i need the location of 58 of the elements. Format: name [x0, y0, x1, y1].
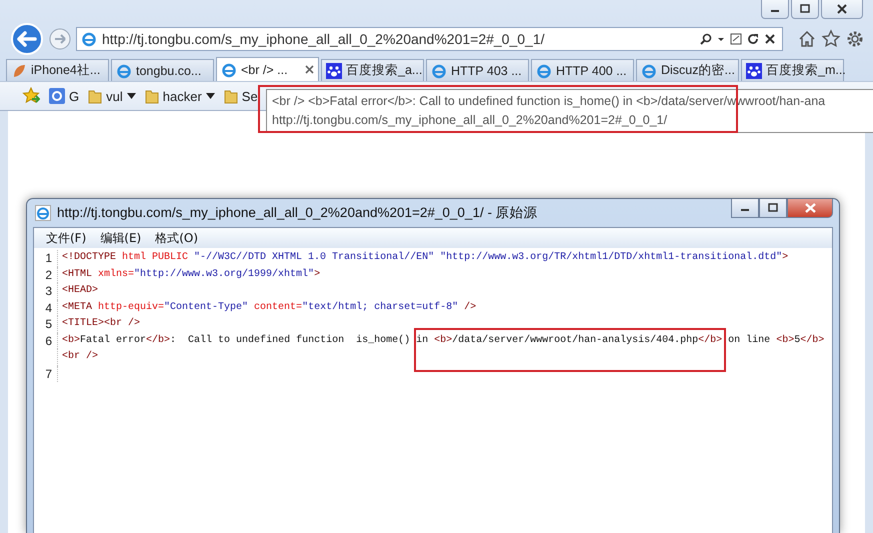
- paw-icon: [326, 62, 342, 78]
- close-icon: [837, 4, 847, 14]
- folder-icon: [88, 88, 102, 104]
- favorites-star-icon[interactable]: [22, 87, 40, 105]
- close-icon: [305, 65, 314, 74]
- refresh-icon[interactable]: [747, 33, 759, 45]
- window-title: http://tj.tongbu.com/s_my_iphone_all_all_0_2%20and%201=2#_0_0_1/ - 原始源: [57, 204, 539, 222]
- browser-tab[interactable]: 百度搜索_m...: [741, 59, 844, 81]
- minimize-button[interactable]: [731, 199, 759, 218]
- favorites-item[interactable]: G: [49, 88, 80, 104]
- maximize-button[interactable]: [791, 0, 819, 19]
- back-button[interactable]: [10, 22, 44, 56]
- folder-icon: [224, 88, 238, 104]
- menu-item[interactable]: 文件(F): [46, 230, 86, 246]
- close-icon: [804, 203, 816, 213]
- line-number: 1: [45, 251, 52, 265]
- tooltip-text: http://tj.tongbu.com/s_my_iphone_all_all_0_2%20and%201=2#_0_0_1/: [272, 112, 668, 129]
- stop-icon[interactable]: [764, 33, 776, 45]
- leaf-icon: [11, 62, 27, 78]
- code-line: <b>Fatal error</b>: Call to undefined function is_home() in <b>/data/server/wwwroot/han-analysis/404.php</b> on line <b>5</b>: [62, 334, 824, 348]
- settings-icon[interactable]: [845, 29, 865, 49]
- maximize-button[interactable]: [759, 199, 787, 218]
- address-bar[interactable]: http://tj.tongbu.com/s_my_iphone_all_all_0_2%20and%201=2#_0_0_1/: [76, 27, 783, 51]
- maximize-icon: [768, 203, 778, 213]
- line-number: 3: [45, 284, 52, 298]
- minimize-button[interactable]: [761, 0, 789, 19]
- maximize-icon: [800, 4, 810, 14]
- menu-item[interactable]: 编辑(E): [100, 230, 142, 246]
- folder-icon: [144, 88, 159, 104]
- close-tab-button[interactable]: [305, 65, 314, 74]
- paw-icon: [746, 62, 762, 78]
- browser-tab[interactable]: HTTP 403 ...: [426, 59, 529, 81]
- browser-tab[interactable]: HTTP 400 ...: [531, 59, 634, 81]
- address-text: http://tj.tongbu.com/s_my_iphone_all_all_0_2%20and%201=2#_0_0_1/: [102, 31, 546, 47]
- code-line: <HEAD>: [62, 284, 98, 298]
- favorites-item[interactable]: hacker: [144, 88, 215, 104]
- line-number: 7: [45, 366, 52, 380]
- line-number: 5: [45, 317, 52, 331]
- code-line: <TITLE><br />: [62, 316, 140, 331]
- close-button[interactable]: [821, 0, 863, 19]
- line-number: 2: [45, 268, 52, 282]
- line-number: 6: [45, 334, 52, 348]
- favorites-item[interactable]: vul: [88, 88, 136, 104]
- code-line: <META http-equiv="Content-Type" content="text/html; charset=utf-8" />: [62, 300, 476, 314]
- browser-tab[interactable]: Discuz的密...: [636, 59, 739, 81]
- favorites-item[interactable]: Se: [224, 88, 258, 104]
- code-line: <HTML xmlns="http://www.w3.org/1999/xhtml">: [62, 268, 320, 282]
- code-line: <!DOCTYPE html PUBLIC "-//W3C//DTD XHTML 1.0 Transitional//EN" "http://www.w3.org/TR/xhtml1/DTD/xhtml1-transitional.dtd">: [62, 250, 788, 265]
- browser-tab[interactable]: tongbu.co...: [111, 59, 214, 81]
- browser-tab[interactable]: <br /> ...: [216, 57, 319, 81]
- line-number: 4: [45, 300, 52, 314]
- browser-tab[interactable]: iPhone4社...: [6, 59, 109, 81]
- browser-tab[interactable]: 百度搜索_a...: [321, 59, 424, 81]
- menu-item[interactable]: 格式(O): [155, 230, 198, 246]
- star-icon[interactable]: [821, 29, 841, 49]
- code-line: <br />: [62, 350, 98, 364]
- search-icon[interactable]: [700, 33, 712, 45]
- home-icon[interactable]: [797, 29, 817, 49]
